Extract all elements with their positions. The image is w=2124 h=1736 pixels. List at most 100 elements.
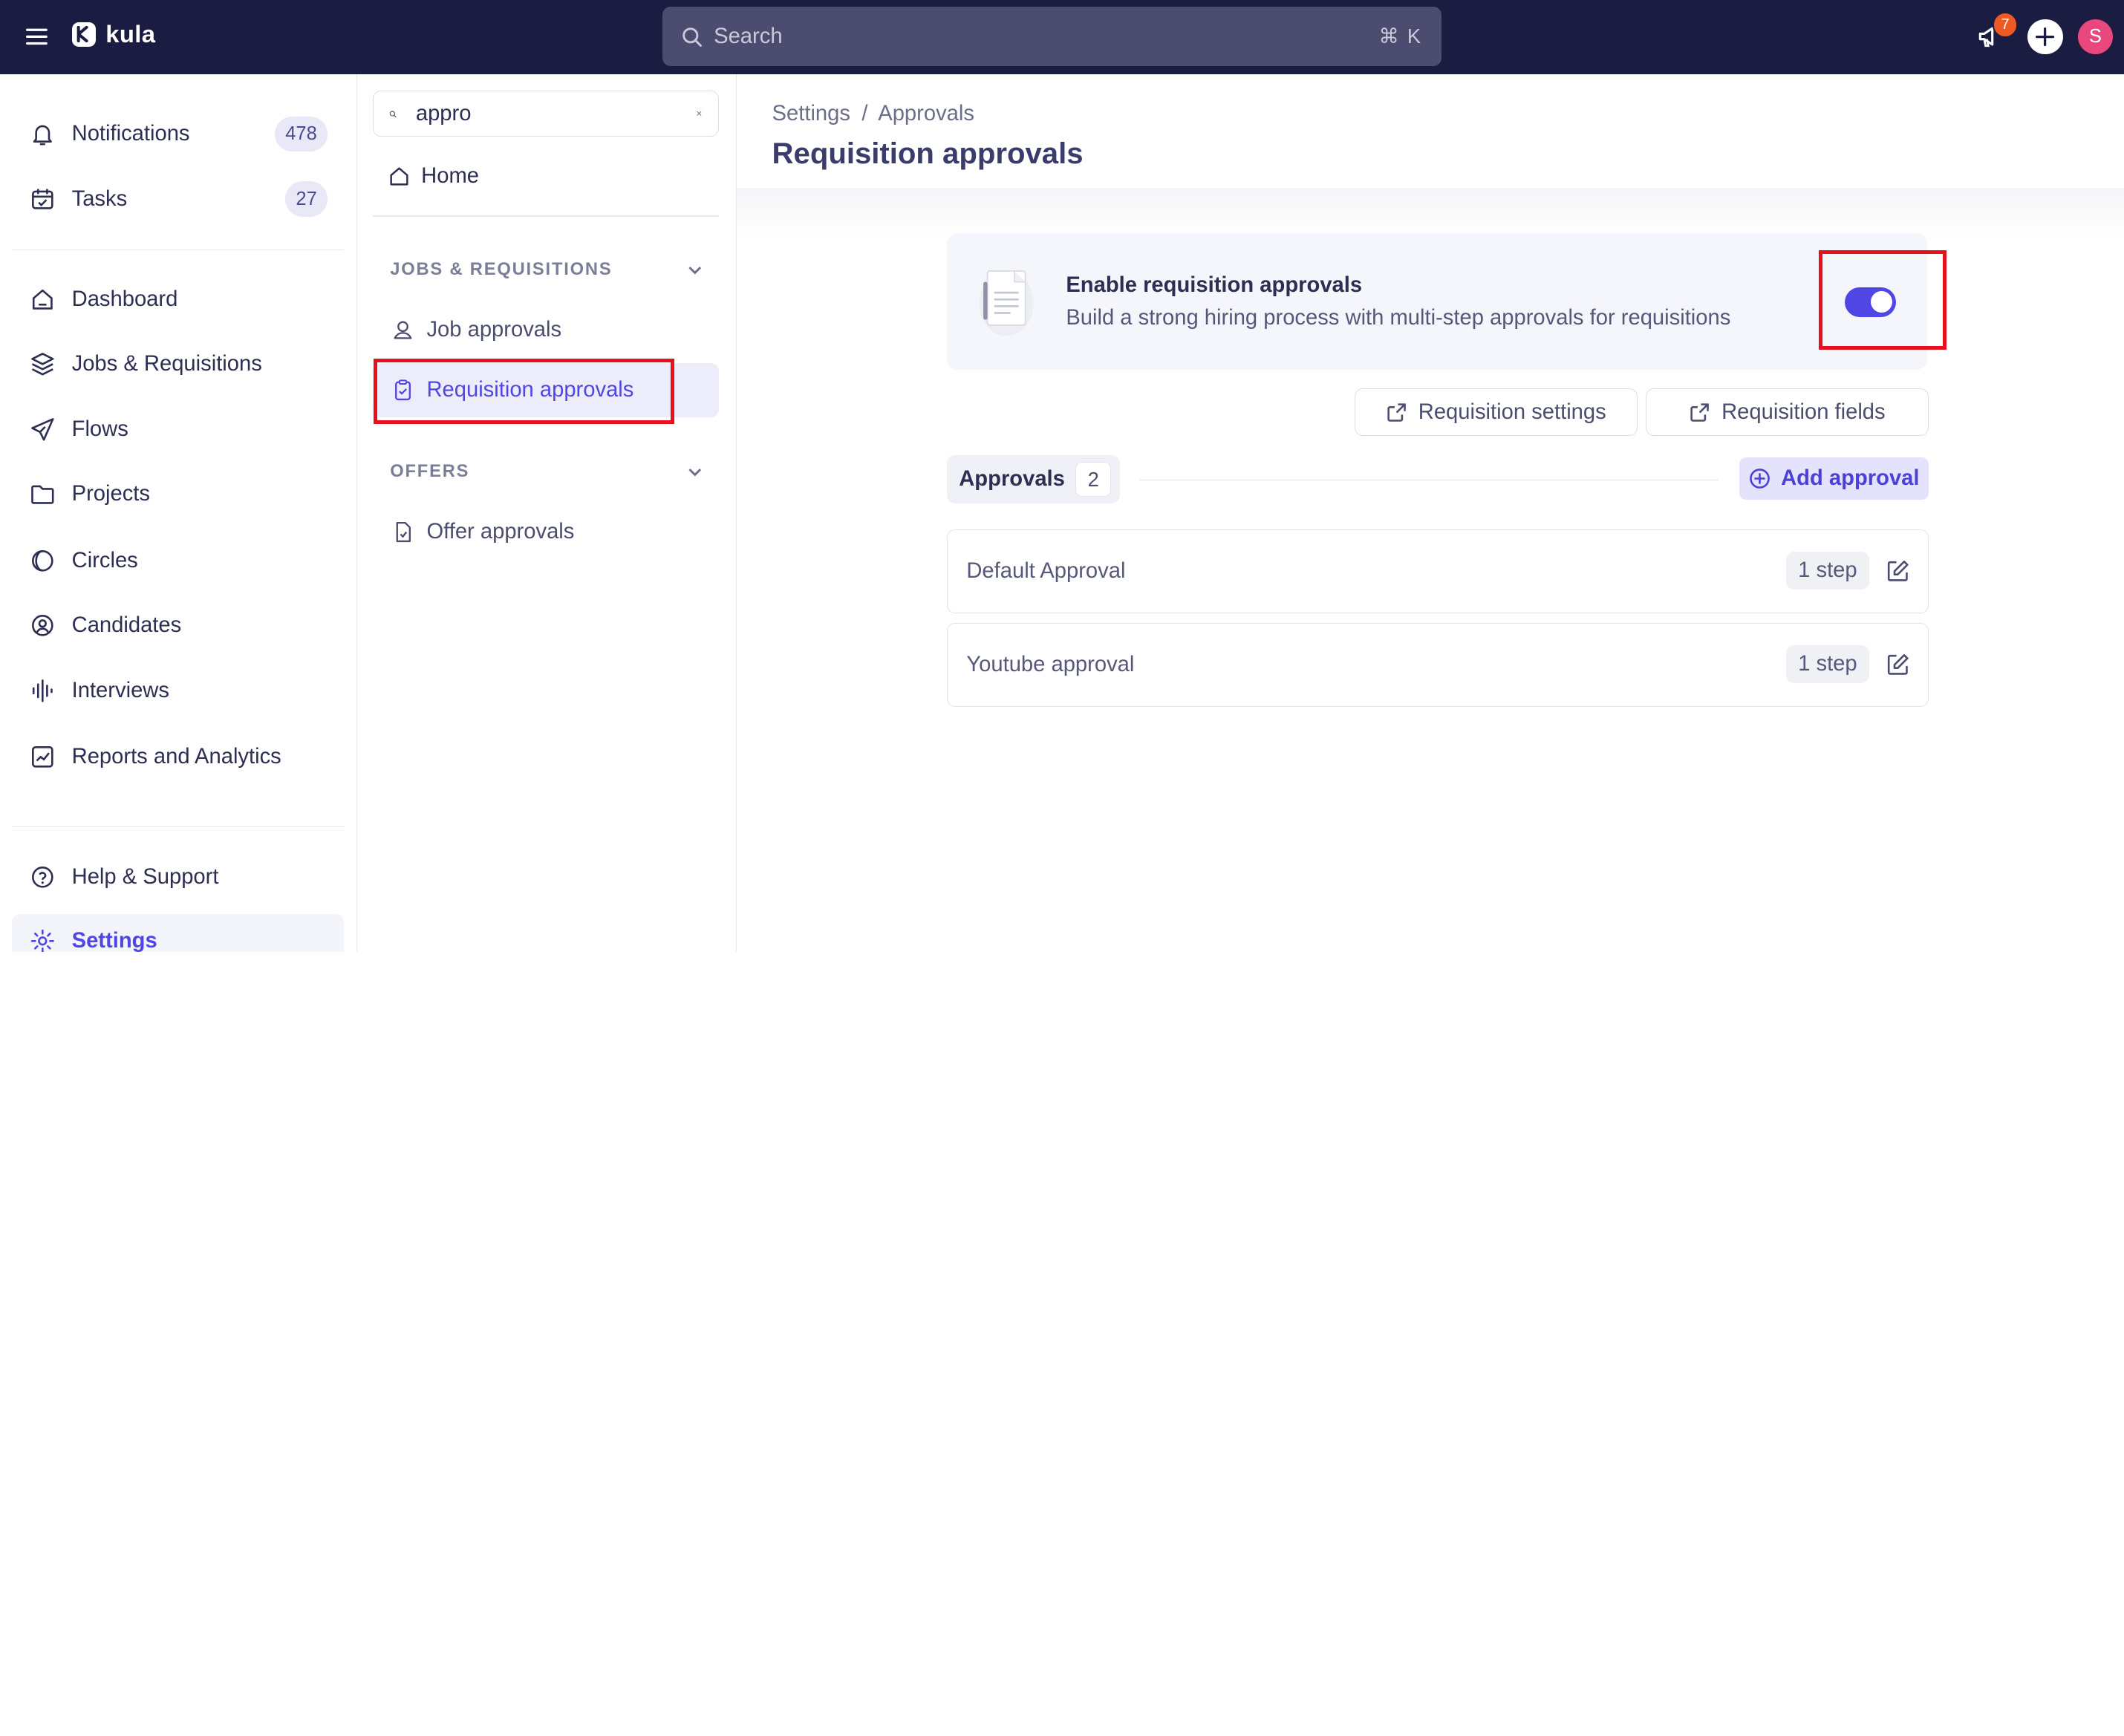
page-header: Settings / Approvals Requisition approva… (737, 74, 2124, 189)
file-check-icon (396, 522, 411, 543)
user-avatar[interactable]: S (2077, 19, 2114, 54)
requisition-settings-button[interactable]: Requisition settings (1354, 388, 1638, 437)
sidebar-item-label: Notifications (71, 122, 190, 146)
document-illustration-icon (979, 270, 1034, 336)
sidebar-item-label: Help & Support (71, 865, 219, 890)
sidebar-item-label: Tasks (71, 186, 128, 211)
requisition-fields-button[interactable]: Requisition fields (1645, 388, 1929, 437)
group-offers[interactable]: OFFERS (390, 462, 704, 482)
notification-count-badge: 7 (1992, 12, 2019, 39)
sidebar-item-tasks[interactable]: Tasks 27 (12, 172, 344, 226)
sidebar-item-dashboard[interactable]: Dashboard (12, 273, 344, 327)
gear-icon (30, 930, 54, 953)
top-bar: kula Search ⌘ K 7 S (0, 0, 2124, 75)
approvals-tab-label: Approvals (959, 467, 1065, 492)
group-jobs-requisitions[interactable]: JOBS & REQUISITIONS (390, 260, 704, 280)
help-circle-icon (32, 867, 53, 889)
sidebar-item-label: Dashboard (71, 287, 178, 311)
tasks-count-badge: 27 (284, 181, 328, 217)
sidebar-item-candidates[interactable]: Candidates (12, 598, 344, 653)
sidebar-item-label: Reports and Analytics (71, 744, 281, 769)
settings-home-link[interactable]: Home (388, 164, 479, 189)
external-link-icon (1690, 403, 1710, 422)
app-root: kula Search ⌘ K 7 S Notifications 478 Ta… (0, 0, 2124, 953)
settings-search-input[interactable] (415, 101, 696, 126)
approval-name: Default Approval (966, 559, 1126, 584)
sidebar-item-label: Flows (71, 417, 128, 441)
enable-approvals-title: Enable requisition approvals (1066, 273, 1363, 298)
sidebar-item-label: Interviews (71, 678, 169, 702)
bell-icon (33, 125, 52, 146)
sidebar-item-projects[interactable]: Projects (12, 467, 344, 521)
circles-icon (32, 549, 53, 572)
home-icon (389, 167, 408, 186)
subnav-item-label: Requisition approvals (426, 377, 634, 402)
add-approval-label: Add approval (1781, 466, 1920, 491)
breadcrumb: Settings / Approvals (772, 102, 974, 126)
page-title: Requisition approvals (772, 137, 1084, 171)
requisition-settings-label: Requisition settings (1418, 399, 1606, 424)
clear-search-icon[interactable] (696, 104, 703, 123)
chevron-down-icon (688, 468, 701, 477)
tab-approvals[interactable]: Approvals 2 (946, 454, 1121, 504)
enable-approvals-description: Build a strong hiring process with multi… (1066, 306, 1731, 330)
calendar-check-icon (32, 189, 53, 209)
group-title: OFFERS (390, 461, 470, 481)
enable-approvals-toggle[interactable] (1845, 287, 1897, 317)
breadcrumb-separator: / (861, 101, 868, 125)
app-logo[interactable]: kula (71, 20, 156, 48)
sidebar-item-reports-analytics[interactable]: Reports and Analytics (12, 730, 344, 784)
plus-icon (2036, 27, 2055, 46)
approval-name: Youtube approval (966, 652, 1135, 676)
group-title: JOBS & REQUISITIONS (390, 260, 613, 280)
clipboard-check-icon (395, 379, 411, 400)
user-badge-icon (394, 321, 412, 339)
approval-row[interactable]: Default Approval 1 step (946, 529, 1929, 614)
breadcrumb-settings[interactable]: Settings (772, 102, 850, 125)
main-content: Settings / Approvals Requisition approva… (737, 74, 2124, 953)
app-name: kula (105, 20, 156, 48)
main-sidebar: Notifications 478 Tasks 27 Dashboard Job… (0, 74, 358, 953)
sidebar-item-label: Jobs & Requisitions (71, 352, 262, 376)
hamburger-menu-icon[interactable] (25, 25, 49, 49)
enable-approvals-card: Enable requisition approvals Build a str… (946, 232, 1928, 370)
sidebar-item-notifications[interactable]: Notifications 478 (12, 107, 344, 161)
chart-icon (32, 746, 53, 768)
tab-divider-line (1138, 479, 1719, 481)
subnav-item-requisition-approvals[interactable]: Requisition approvals (372, 362, 720, 417)
global-search-bar[interactable]: Search ⌘ K (662, 7, 1441, 67)
sidebar-item-label: Settings (71, 929, 157, 953)
sidebar-item-label: Projects (71, 482, 151, 506)
subnav-divider (372, 215, 720, 217)
sidebar-item-label: Circles (71, 548, 138, 572)
global-add-button[interactable] (2027, 19, 2063, 54)
user-circle-icon (32, 615, 53, 636)
home-icon (33, 289, 53, 310)
add-approval-button[interactable]: Add approval (1739, 457, 1929, 500)
sidebar-item-circles[interactable]: Circles (12, 534, 344, 588)
folder-icon (31, 485, 54, 505)
sidebar-item-flows[interactable]: Flows (12, 402, 344, 457)
subnav-item-label: Offer approvals (426, 520, 575, 544)
audio-wave-icon (33, 679, 53, 702)
breadcrumb-approvals[interactable]: Approvals (878, 102, 974, 125)
sidebar-item-settings[interactable]: Settings (12, 914, 345, 953)
sidebar-divider (12, 826, 345, 828)
send-icon (31, 417, 54, 441)
edit-icon[interactable] (1885, 558, 1911, 584)
edit-icon[interactable] (1885, 652, 1911, 678)
search-placeholder: Search (714, 24, 783, 48)
settings-search-field[interactable] (372, 91, 720, 137)
sidebar-item-interviews[interactable]: Interviews (12, 664, 344, 718)
sidebar-item-jobs-requisitions[interactable]: Jobs & Requisitions (12, 337, 344, 391)
search-icon (683, 27, 703, 47)
subnav-item-offer-approvals[interactable]: Offer approvals (373, 505, 720, 559)
subnav-item-job-approvals[interactable]: Job approvals (373, 304, 720, 358)
plus-circle-icon (1750, 469, 1770, 489)
search-shortcut-hint: ⌘ K (1378, 25, 1422, 48)
approval-row[interactable]: Youtube approval 1 step (946, 622, 1929, 707)
toggle-knob (1870, 291, 1892, 313)
sidebar-item-help-support[interactable]: Help & Support (12, 850, 344, 904)
search-icon (390, 110, 397, 117)
sidebar-item-label: Candidates (71, 613, 182, 638)
